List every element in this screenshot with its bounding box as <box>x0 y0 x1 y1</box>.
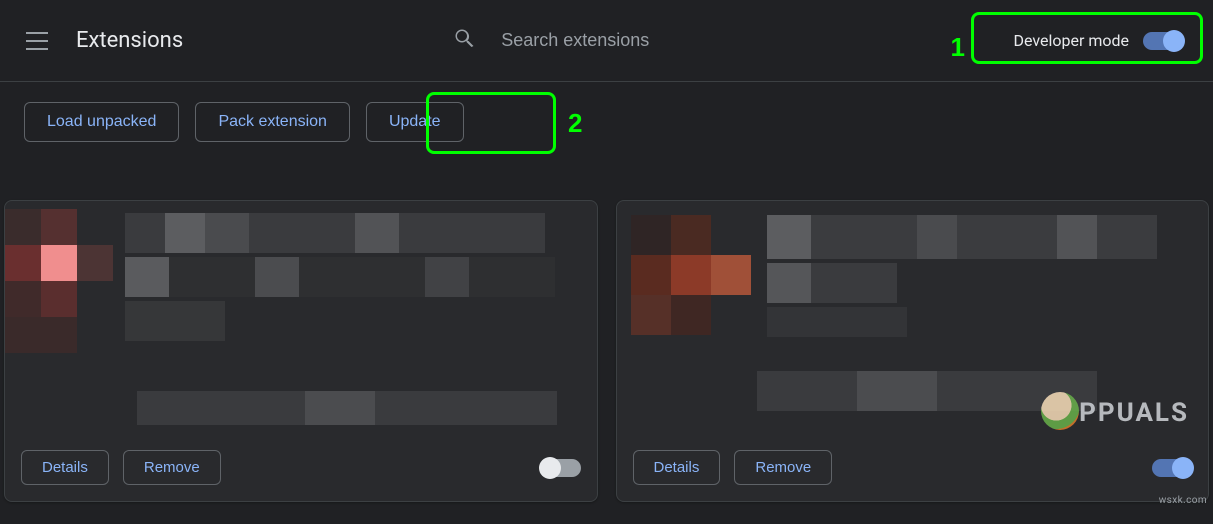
remove-button[interactable]: Remove <box>123 450 221 485</box>
extension-enable-toggle[interactable] <box>541 459 581 477</box>
remove-button[interactable]: Remove <box>734 450 832 485</box>
search-icon <box>453 27 477 55</box>
developer-mode-label: Developer mode <box>1013 31 1129 50</box>
search-box[interactable] <box>453 19 893 63</box>
load-unpacked-button[interactable]: Load unpacked <box>24 102 179 142</box>
hamburger-menu-icon[interactable] <box>26 29 50 53</box>
extensions-grid: Details Remove <box>0 200 1213 502</box>
details-button[interactable]: Details <box>21 450 109 485</box>
developer-mode-toggle[interactable] <box>1143 32 1183 50</box>
extension-card: Details Remove <box>4 200 598 502</box>
developer-mode-group: Developer mode <box>1003 23 1193 58</box>
site-watermark: wsxk.com <box>1159 495 1207 506</box>
update-button[interactable]: Update <box>366 102 464 142</box>
extension-enable-toggle[interactable] <box>1152 459 1192 477</box>
appuals-watermark: PPUALS <box>1041 394 1189 432</box>
extension-card-footer: Details Remove <box>5 436 597 501</box>
appuals-avatar-icon <box>1041 392 1079 430</box>
annotation-marker-2: 2 <box>568 108 582 139</box>
extension-card-body <box>5 201 597 436</box>
header-bar: Extensions Developer mode <box>0 0 1213 82</box>
search-input[interactable] <box>501 30 861 51</box>
appuals-text: PPUALS <box>1079 398 1189 428</box>
extension-card-footer: Details Remove <box>617 436 1209 501</box>
pack-extension-button[interactable]: Pack extension <box>195 102 350 142</box>
page-title: Extensions <box>76 28 183 53</box>
extension-card: Details Remove <box>616 200 1210 502</box>
developer-toolbar: Load unpacked Pack extension Update <box>0 82 1213 162</box>
annotation-marker-1: 1 <box>951 32 965 63</box>
details-button[interactable]: Details <box>633 450 721 485</box>
